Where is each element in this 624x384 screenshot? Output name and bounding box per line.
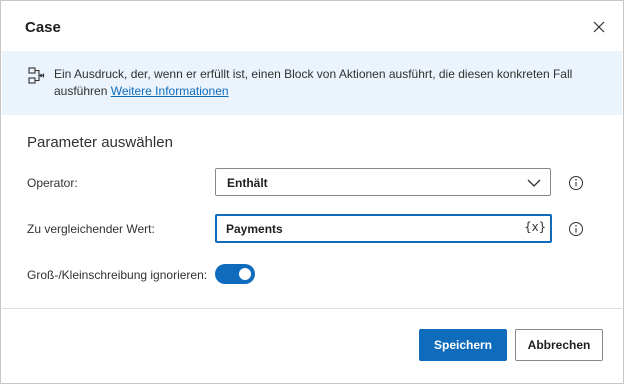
- learn-more-link[interactable]: Weitere Informationen: [111, 84, 229, 98]
- operator-value: Enthält: [227, 176, 268, 190]
- ignore-case-toggle[interactable]: [215, 264, 255, 284]
- footer-divider: [2, 308, 622, 309]
- toggle-knob: [239, 268, 251, 280]
- operator-select[interactable]: Enthält: [215, 168, 551, 196]
- cancel-button[interactable]: Abbrechen: [515, 329, 603, 361]
- case-dialog: Case Ein Ausdruck, der, wenn er erfüllt …: [0, 0, 624, 384]
- compare-value-info-icon[interactable]: [568, 221, 584, 237]
- case-block-icon: [28, 67, 45, 84]
- banner-description: Ein Ausdruck, der, wenn er erfüllt ist, …: [54, 66, 594, 100]
- close-button[interactable]: [589, 17, 609, 37]
- chevron-down-icon: [527, 179, 541, 187]
- compare-value-input[interactable]: [226, 222, 516, 236]
- operator-label: Operator:: [27, 176, 78, 190]
- section-heading: Parameter auswählen: [27, 134, 173, 151]
- dialog-title: Case: [25, 19, 61, 36]
- close-icon: [593, 21, 605, 33]
- save-button[interactable]: Speichern: [419, 329, 507, 361]
- variable-picker-icon[interactable]: {x}: [524, 220, 546, 234]
- compare-value-field[interactable]: {x}: [215, 214, 552, 243]
- compare-value-label: Zu vergleichender Wert:: [27, 222, 155, 236]
- info-banner: Ein Ausdruck, der, wenn er erfüllt ist, …: [2, 51, 622, 115]
- ignore-case-label: Groß-/Kleinschreibung ignorieren:: [27, 268, 208, 282]
- operator-info-icon[interactable]: [568, 175, 584, 191]
